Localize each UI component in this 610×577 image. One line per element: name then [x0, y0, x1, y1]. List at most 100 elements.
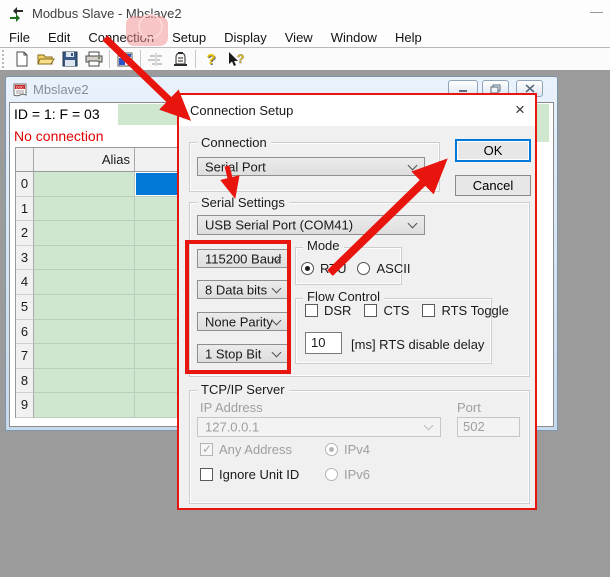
app-icon [8, 6, 25, 23]
menu-edit[interactable]: Edit [39, 28, 79, 48]
ipv6-label: IPv6 [344, 467, 370, 482]
table-corner-header [16, 148, 34, 172]
ascii-radio[interactable] [357, 262, 370, 275]
table-cell[interactable] [34, 246, 135, 271]
row-header[interactable]: 7 [16, 344, 34, 369]
serial-settings-group-label: Serial Settings [197, 195, 289, 210]
open-file-icon[interactable] [35, 49, 57, 69]
table-cell[interactable] [34, 221, 135, 246]
menu-window[interactable]: Window [322, 28, 386, 48]
menu-file[interactable]: File [0, 28, 39, 48]
save-icon[interactable] [59, 49, 81, 69]
connection-icon[interactable] [145, 49, 167, 69]
ipv4-row: IPv4 [325, 442, 370, 457]
cts-label: CTS [383, 303, 409, 318]
ip-address-label: IP Address [200, 400, 263, 415]
ip-address-value: 127.0.0.1 [205, 420, 259, 435]
stop-bits-value: 1 Stop Bit [205, 346, 261, 361]
menu-display[interactable]: Display [215, 28, 276, 48]
port-label: Port [457, 400, 481, 415]
setup-menu-highlight-ring [138, 14, 163, 39]
mode-group-label: Mode [303, 238, 344, 253]
chevron-down-icon [424, 421, 434, 431]
port-input: 502 [457, 417, 520, 437]
table-cell[interactable] [34, 197, 135, 222]
chevron-down-icon [408, 160, 418, 170]
row-header[interactable]: 9 [16, 393, 34, 418]
document-title: Mbslave2 [33, 80, 89, 100]
row-header[interactable]: 6 [16, 320, 34, 345]
row-header[interactable]: 3 [16, 246, 34, 271]
cts-checkbox[interactable] [364, 304, 377, 317]
row-header[interactable]: 4 [16, 270, 34, 295]
tcpip-group-label: TCP/IP Server [197, 382, 289, 397]
print-icon[interactable] [83, 49, 105, 69]
row-header[interactable]: 8 [16, 369, 34, 394]
dsr-label: DSR [324, 303, 351, 318]
toolbar: ? ? [0, 48, 610, 71]
table-cell[interactable] [34, 270, 135, 295]
ok-button[interactable]: OK [455, 139, 531, 162]
connection-type-value: Serial Port [205, 159, 266, 174]
ipv6-row: IPv6 [325, 467, 370, 482]
ignore-unit-id-row: Ignore Unit ID [200, 467, 299, 482]
row-header[interactable]: 2 [16, 221, 34, 246]
rts-delay-input[interactable]: 10 [305, 332, 342, 354]
menu-bar: File Edit Connection Setup Display View … [0, 28, 610, 48]
dialog-titlebar: Connection Setup × [179, 95, 535, 126]
ipv4-label: IPv4 [344, 442, 370, 457]
chevron-down-icon [272, 283, 282, 293]
ip-address-select: 127.0.0.1 [197, 417, 441, 437]
menu-view[interactable]: View [276, 28, 322, 48]
baud-rate-select[interactable]: 115200 Baud [197, 249, 289, 268]
chevron-down-icon [272, 347, 282, 357]
row-header[interactable]: 5 [16, 295, 34, 320]
row-header[interactable]: 1 [16, 197, 34, 222]
serial-port-select[interactable]: USB Serial Port (COM41) [197, 215, 425, 235]
menu-setup[interactable]: Setup [163, 28, 215, 48]
toolbar-separator [195, 50, 196, 68]
flow-control-group-label: Flow Control [303, 289, 384, 304]
ignore-unit-id-checkbox[interactable] [200, 468, 213, 481]
toolbar-separator [140, 50, 141, 68]
toolbar-separator [109, 50, 110, 68]
chevron-down-icon [408, 219, 418, 229]
table-cell[interactable] [34, 172, 135, 197]
parity-value: None Parity [205, 314, 273, 329]
data-bits-select[interactable]: 8 Data bits [197, 280, 289, 299]
table-cell[interactable] [34, 393, 135, 418]
rts-delay-label: [ms] RTS disable delay [351, 337, 484, 352]
rtu-radio[interactable] [301, 262, 314, 275]
table-cell[interactable] [34, 344, 135, 369]
dsr-checkbox[interactable] [305, 304, 318, 317]
context-help-icon[interactable]: ? [224, 49, 246, 69]
ipv4-radio [325, 443, 338, 456]
svg-text:DOC: DOC [16, 86, 24, 90]
any-address-label: Any Address [219, 442, 292, 457]
chevron-down-icon [272, 315, 282, 325]
table-cell[interactable] [34, 369, 135, 394]
new-file-icon[interactable] [11, 49, 33, 69]
status-no-connection: No connection [14, 128, 104, 144]
table-header-alias[interactable]: Alias [34, 148, 135, 172]
stop-bits-select[interactable]: 1 Stop Bit [197, 344, 289, 363]
table-cell[interactable] [34, 320, 135, 345]
cancel-button[interactable]: Cancel [455, 175, 531, 196]
poll-definition-icon[interactable] [169, 49, 191, 69]
ignore-unit-id-label: Ignore Unit ID [219, 467, 299, 482]
menu-help[interactable]: Help [386, 28, 431, 48]
help-icon[interactable]: ? [200, 49, 222, 69]
parity-select[interactable]: None Parity [197, 312, 289, 331]
table-cell[interactable] [34, 295, 135, 320]
rts-toggle-checkbox[interactable] [422, 304, 435, 317]
display-setup-icon[interactable] [114, 49, 136, 69]
row-header[interactable]: 0 [16, 172, 34, 197]
flow-control-row: DSR CTS RTS Toggle [305, 303, 509, 318]
minimize-button[interactable]: — [590, 0, 608, 28]
ipv6-radio [325, 468, 338, 481]
document-icon: DOC [13, 81, 29, 98]
close-icon[interactable]: × [509, 99, 531, 121]
toolbar-gripper [2, 50, 7, 68]
connection-type-select[interactable]: Serial Port [197, 157, 425, 176]
dialog-title: Connection Setup [190, 103, 293, 118]
